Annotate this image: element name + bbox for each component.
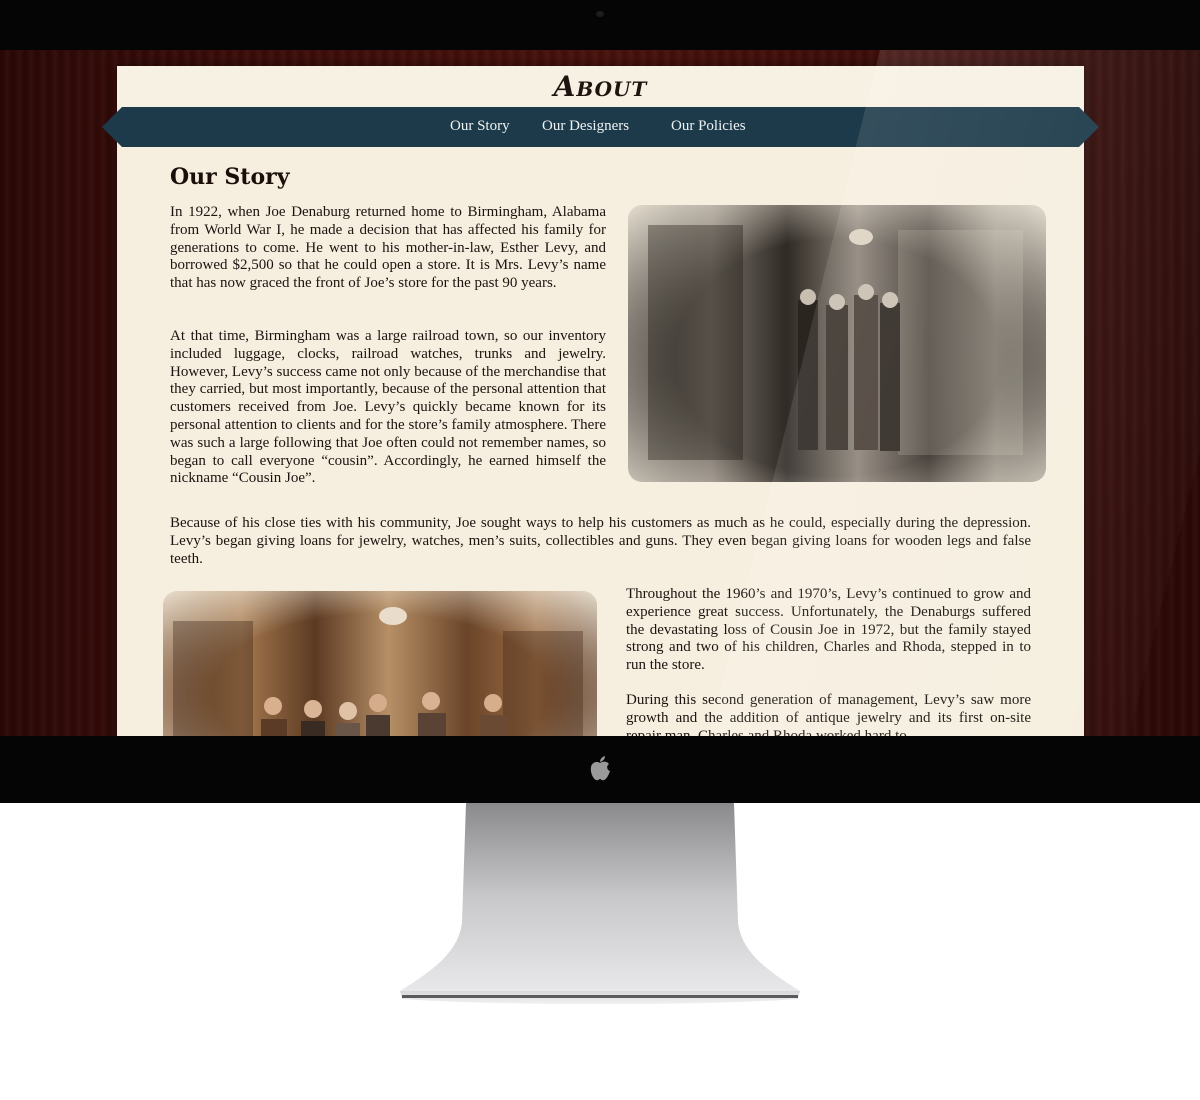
apple-logo-icon <box>590 756 610 781</box>
historic-store-photo-image <box>648 225 1023 460</box>
monitor-stand <box>400 803 800 1005</box>
modern-family-photo <box>163 591 597 736</box>
modern-family-photo-image <box>173 607 583 736</box>
monitor-top-bezel <box>0 0 1200 50</box>
story-paragraph: Because of his close ties with his commu… <box>170 515 1031 567</box>
page-logo-title: About <box>553 70 648 103</box>
nav-our-policies[interactable]: Our Policies <box>671 118 746 135</box>
page-heading: Our Story <box>170 164 290 190</box>
story-paragraph: During this second generation of managem… <box>626 692 1031 736</box>
nav-our-designers[interactable]: Our Designers <box>542 118 629 135</box>
nav-our-story[interactable]: Our Story <box>450 118 510 135</box>
main-nav: Our Story Our Designers Our Policies <box>102 107 1099 147</box>
camera-icon <box>596 11 604 17</box>
story-paragraph: Throughout the 1960’s and 1970’s, Levy’s… <box>626 586 1031 674</box>
screen: About Our Story Our Designers Our Polici… <box>0 50 1200 736</box>
historic-store-photo <box>628 205 1046 482</box>
story-paragraph: In 1922, when Joe Denaburg returned home… <box>170 204 606 292</box>
about-page: About Our Story Our Designers Our Polici… <box>117 66 1084 736</box>
title-strip: About <box>117 66 1084 107</box>
story-paragraph: At that time, Birmingham was a large rai… <box>170 328 606 487</box>
